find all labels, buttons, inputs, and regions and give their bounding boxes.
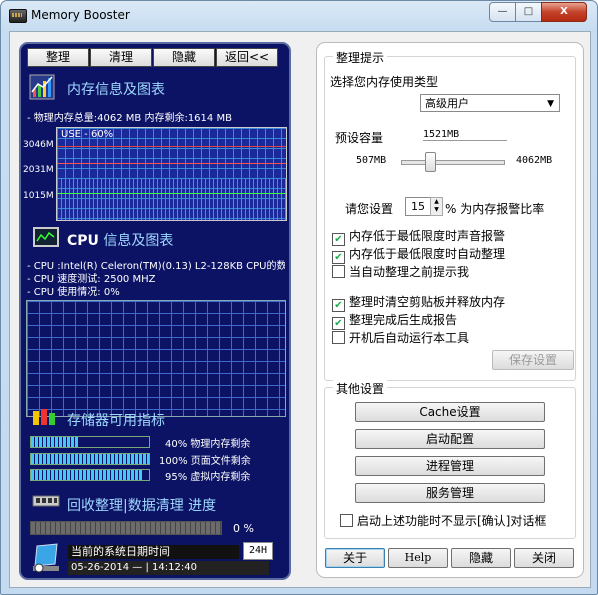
use-percent-label: USE - 60%: [61, 129, 114, 140]
other-settings-title: 其他设置: [333, 380, 388, 397]
check-report[interactable]: ✔ 整理完成后生成报告: [332, 311, 457, 330]
usage-type-select[interactable]: 高级用户 ▼: [420, 94, 560, 112]
max-line: [57, 146, 286, 147]
alarm-ratio-suffix: % 为内存报警比率: [445, 202, 545, 216]
date-time-label: 当前的系统日期时间: [68, 545, 239, 559]
minimize-button[interactable]: —: [489, 2, 516, 22]
left-panel: 整理 清理 隐藏 返回<< 内存信息及图表 - 物理内存总量:4062 MB 内…: [19, 42, 291, 580]
check-autostart[interactable]: 开机后自动运行本工具: [332, 329, 469, 346]
cpu-section-title: CPU 信息及图表: [67, 230, 173, 250]
service-manager-button[interactable]: 服务管理: [355, 483, 545, 503]
memory-summary: - 物理内存总量:4062 MB 内存剩余:1614 MB: [27, 113, 232, 124]
close-button[interactable]: 关闭: [514, 548, 574, 568]
help-button[interactable]: Help: [388, 548, 448, 568]
hide-button[interactable]: 隐藏: [451, 548, 511, 568]
check-label: 启动上述功能时不显示[确认]对话框: [357, 514, 547, 528]
checkbox[interactable]: [332, 331, 345, 344]
storage-icon: [33, 409, 55, 425]
check-prompt-before[interactable]: 当自动整理之前提示我: [332, 263, 469, 280]
physical-memory-bar: [30, 436, 150, 448]
y-tick-2031: 2031M: [23, 165, 54, 175]
page-file-label: 100% 页面文件剩余: [159, 456, 251, 467]
recycle-percent: 0 %: [233, 522, 254, 535]
physical-memory-label: 40% 物理内存剩余: [165, 439, 251, 450]
memory-chart-icon: [29, 74, 55, 100]
usage-line: [57, 163, 286, 164]
checkbox[interactable]: [332, 265, 345, 278]
usage-type-value: 高级用户: [425, 97, 469, 110]
hide-panel-button[interactable]: 隐藏: [153, 48, 215, 67]
save-settings-button[interactable]: 保存设置: [492, 350, 574, 370]
capacity-slider-thumb[interactable]: [425, 152, 436, 172]
clean-button[interactable]: 整理: [27, 48, 89, 67]
time-format-toggle[interactable]: 24H: [243, 542, 273, 560]
memory-chip-icon: [9, 9, 27, 23]
alarm-ratio-spinner[interactable]: ▲ ▼: [430, 197, 443, 216]
check-label: 整理时清空剪贴板并释放内存: [349, 295, 506, 309]
cpu-title-rest: 信息及图表: [98, 233, 174, 249]
check-label: 内存低于最低限度时声音报警: [349, 229, 506, 243]
cpu-usage: - CPU 使用情况: 0%: [27, 287, 120, 298]
recycle-progress-bar: [30, 521, 222, 535]
recycle-section-title: 回收整理|数据清理 进度: [67, 498, 217, 514]
spin-up-icon[interactable]: ▲: [431, 198, 442, 206]
alarm-ratio-input[interactable]: 15: [405, 197, 431, 216]
page-file-bar: [30, 453, 150, 465]
date-time-box: 当前的系统日期时间 05-26-2014 — | 14:12:40: [68, 545, 269, 575]
title-bar[interactable]: Memory Booster — □ X: [1, 1, 597, 31]
date-time-value: 05-26-2014 — | 14:12:40: [68, 561, 269, 575]
usage-type-label: 选择您内存使用类型: [330, 75, 439, 89]
client-area: 整理 清理 隐藏 返回<< 内存信息及图表 - 物理内存总量:4062 MB 内…: [9, 31, 591, 588]
check-sound-alarm[interactable]: ✔ 内存低于最低限度时声音报警: [332, 227, 505, 246]
check-auto-clean[interactable]: ✔ 内存低于最低限度时自动整理: [332, 245, 505, 264]
check-label: 当自动整理之前提示我: [349, 265, 470, 279]
cpu-graph: [26, 300, 286, 417]
startup-config-button[interactable]: 启动配置: [355, 429, 545, 449]
check-clear-clipboard[interactable]: ✔ 整理时清空剪贴板并释放内存: [332, 293, 505, 312]
computer-clock-icon: [33, 543, 59, 573]
cpu-title-bold: CPU: [67, 233, 99, 249]
preset-capacity-field[interactable]: 1521MB: [423, 129, 507, 141]
y-tick-1015: 1015M: [23, 191, 54, 201]
alarm-ratio-prefix: 请您设置: [345, 202, 394, 216]
virtual-memory-label: 95% 虚拟内存剩余: [165, 472, 251, 483]
slider-min-label: 507MB: [356, 155, 387, 166]
maximize-button[interactable]: □: [515, 2, 542, 22]
memory-usage-fill: [57, 179, 286, 220]
window-title: Memory Booster: [31, 8, 130, 22]
checkbox[interactable]: [340, 514, 353, 527]
other-settings-group: 其他设置 Cache设置 启动配置 进程管理 服务管理 启动上述功能时不显示[确…: [324, 380, 576, 539]
close-window-button[interactable]: X: [541, 2, 587, 22]
check-label: 开机后自动运行本工具: [349, 331, 470, 345]
cache-settings-button[interactable]: Cache设置: [355, 402, 545, 422]
app-window: Memory Booster — □ X 整理 清理 隐藏 返回<< 内存信息及…: [0, 0, 598, 595]
check-no-confirm-dialog[interactable]: 启动上述功能时不显示[确认]对话框: [340, 512, 546, 529]
ram-module-icon: [32, 495, 60, 507]
spin-down-icon[interactable]: ▼: [431, 206, 442, 214]
memory-graph: USE - 60%: [56, 127, 287, 221]
dropdown-arrow-icon: ▼: [547, 99, 554, 109]
about-button[interactable]: 关于: [325, 548, 385, 568]
preset-capacity-label: 预设容量: [335, 131, 384, 145]
back-button[interactable]: 返回<<: [216, 48, 278, 67]
right-panel: 整理提示 选择您内存使用类型 高级用户 ▼ 预设容量 1521MB 507MB 4…: [316, 42, 584, 578]
process-manager-button[interactable]: 进程管理: [355, 456, 545, 476]
y-tick-3046: 3046M: [23, 140, 54, 150]
cpu-monitor-icon: [33, 227, 59, 247]
slider-max-label: 4062MB: [516, 155, 553, 166]
min-line: [57, 193, 286, 194]
memory-section-title: 内存信息及图表: [67, 82, 165, 98]
virtual-memory-bar: [30, 469, 150, 481]
tips-group: 整理提示 选择您内存使用类型 高级用户 ▼ 预设容量 1521MB 507MB 4…: [324, 49, 576, 381]
storage-section-title: 存储器可用指标: [67, 413, 165, 429]
check-label: 内存低于最低限度时自动整理: [349, 247, 506, 261]
check-label: 整理完成后生成报告: [349, 313, 458, 327]
clear-button[interactable]: 清理: [90, 48, 152, 67]
tips-group-title: 整理提示: [333, 49, 388, 66]
capacity-slider-track[interactable]: [401, 160, 505, 165]
